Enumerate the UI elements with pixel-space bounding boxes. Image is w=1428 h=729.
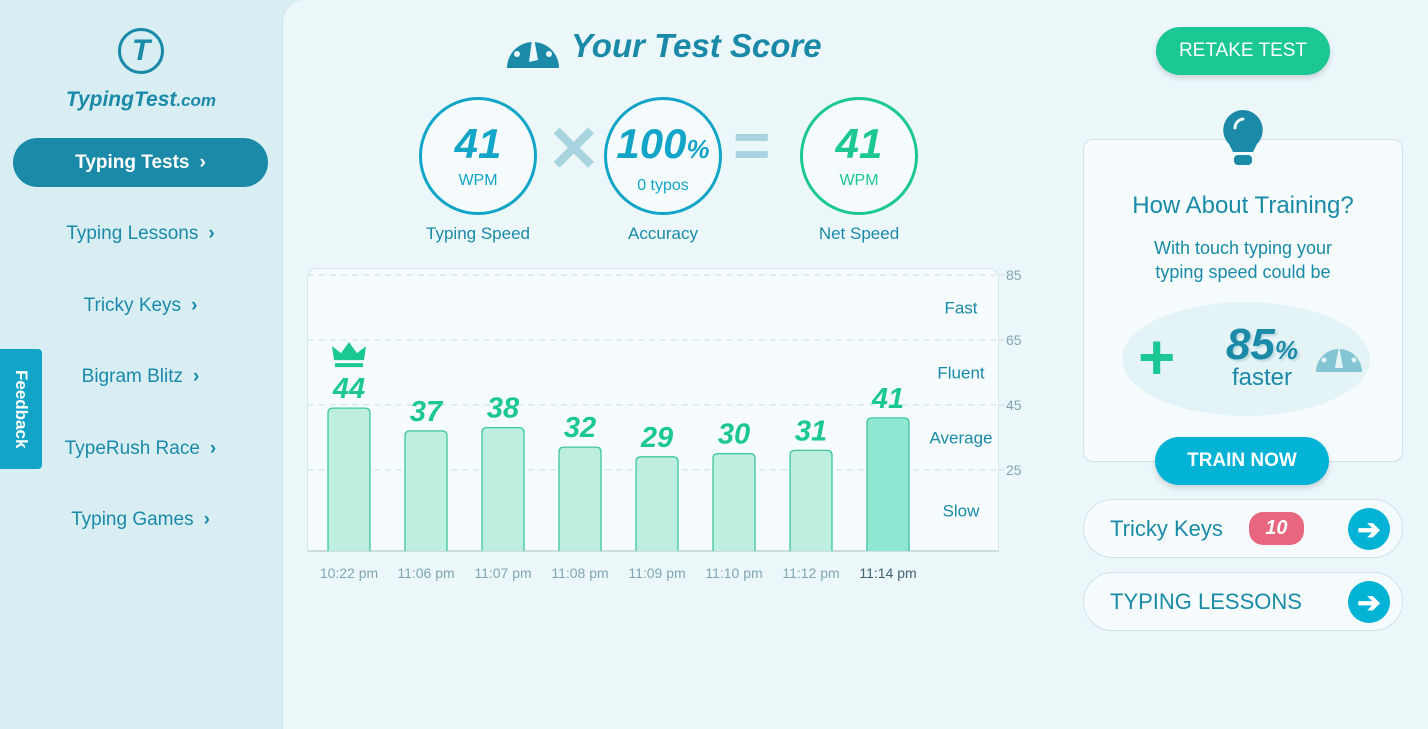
feedback-tab[interactable]: Feedback <box>0 349 42 469</box>
improvement-badge: + 85% faster <box>1122 302 1370 416</box>
logo[interactable]: T TypingTest.com <box>0 28 282 112</box>
sidebar-item-typing-games[interactable]: Typing Games › <box>13 496 268 545</box>
typing-lessons-link[interactable]: TYPING LESSONS ➔ <box>1083 572 1403 631</box>
x-tick-label: 11:10 pm <box>705 565 762 581</box>
sidebar-item-typing-lessons[interactable]: Typing Lessons › <box>13 210 268 259</box>
x-tick-label: 11:06 pm <box>397 565 454 581</box>
bar-value-label: 44 <box>332 373 365 405</box>
chevron-right-icon: › <box>199 151 206 173</box>
bar <box>789 449 833 551</box>
train-now-button[interactable]: TRAIN NOW <box>1155 437 1329 485</box>
crown-icon <box>332 342 366 361</box>
x-tick-label: 11:12 pm <box>782 565 839 581</box>
arrow-right-icon[interactable]: ➔ <box>1348 508 1390 550</box>
band-label: Average <box>929 428 992 447</box>
band-label: Slow <box>943 501 981 520</box>
chevron-right-icon: › <box>208 223 215 244</box>
tricky-keys-count-badge: 10 <box>1248 512 1304 545</box>
brand-name: TypingTest <box>65 88 177 111</box>
bar-value-label: 31 <box>795 415 827 447</box>
bar-value-label: 38 <box>487 393 520 425</box>
bar-value-label: 32 <box>564 412 596 444</box>
sidebar-item-typing-tests[interactable]: Typing Tests › <box>13 138 268 187</box>
main-panel: Your Test Score RETAKE TEST 41 WPM Typin… <box>282 0 1428 729</box>
sidebar: T TypingTest.com Typing Tests › Typing Le… <box>0 0 282 729</box>
y-tick-label: 45 <box>1006 397 1022 413</box>
speedometer-icon <box>1316 346 1362 372</box>
x-tick-label: 11:08 pm <box>551 565 608 581</box>
chart-svg: 25 45 65 85 Slow Average Fluent Fast 44 10:22 pm 3… <box>308 267 1022 581</box>
chevron-right-icon: › <box>193 366 200 387</box>
bar-value-label: 29 <box>640 422 673 454</box>
tricky-keys-link[interactable]: Tricky Keys 10 ➔ <box>1083 499 1403 558</box>
bar-value-label: 41 <box>871 383 904 415</box>
sidebar-nav: Typing Tests › Typing Lessons › Tricky Key… <box>13 138 268 567</box>
plus-icon: + <box>1138 321 1176 393</box>
x-tick-label: 11:14 pm <box>859 565 916 581</box>
bar <box>404 430 448 551</box>
chevron-right-icon: › <box>203 509 210 530</box>
crown-icon-base <box>335 363 363 368</box>
brand-suffix: .com <box>176 91 217 110</box>
sidebar-item-bigram-blitz[interactable]: Bigram Blitz › <box>13 353 268 402</box>
bar <box>558 446 602 551</box>
band-label: Fast <box>944 298 977 317</box>
bar <box>481 426 525 551</box>
retake-test-button[interactable]: RETAKE TEST <box>1156 27 1330 75</box>
arrow-right-icon[interactable]: ➔ <box>1348 581 1390 623</box>
x-tick-label: 11:07 pm <box>474 565 531 581</box>
x-tick-label: 10:22 pm <box>320 565 378 581</box>
band-label: Fluent <box>937 363 985 382</box>
chevron-right-icon: › <box>209 437 217 459</box>
bar-value-label: 37 <box>410 396 444 428</box>
x-tick-label: 11:09 pm <box>628 565 685 581</box>
bar <box>635 456 679 551</box>
lightbulb-icon <box>1223 110 1263 165</box>
bar <box>327 407 371 551</box>
bar <box>712 452 756 551</box>
chevron-right-icon: › <box>191 294 198 316</box>
y-tick-label: 65 <box>1006 332 1022 348</box>
logo-mark: T <box>118 28 164 74</box>
sidebar-item-tricky-keys[interactable]: Tricky Keys › <box>13 281 268 330</box>
training-card: How About Training? With touch typing yo… <box>1083 139 1403 462</box>
y-tick-label: 85 <box>1006 267 1022 283</box>
sidebar-item-typerush-race[interactable]: TypeRush Race › <box>13 424 268 473</box>
bar-value-label: 30 <box>718 419 750 451</box>
bar <box>866 417 910 551</box>
y-tick-label: 25 <box>1006 462 1022 478</box>
